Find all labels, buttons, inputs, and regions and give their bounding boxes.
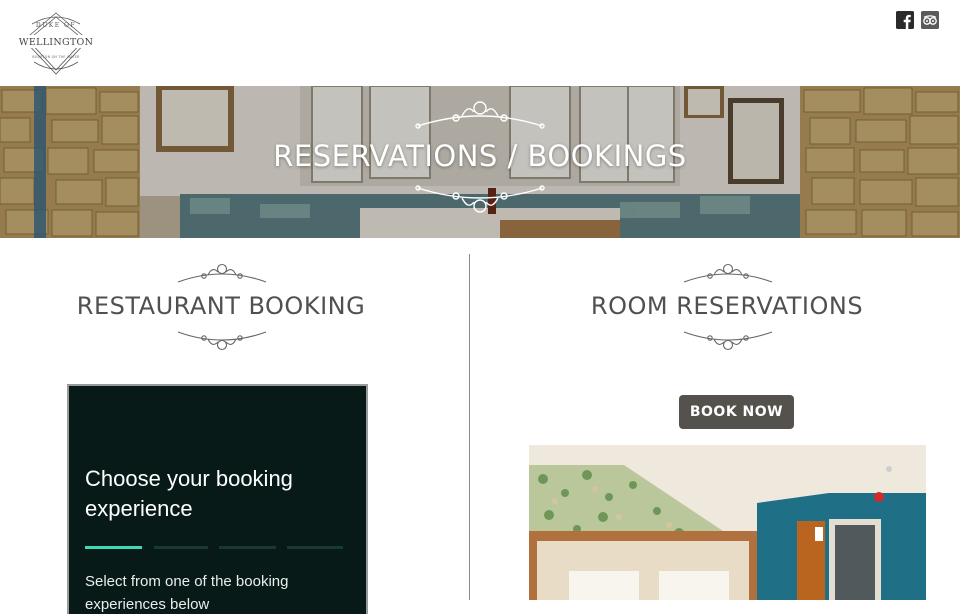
facebook-link[interactable]	[896, 11, 914, 29]
tripadvisor-link[interactable]	[921, 11, 939, 29]
progress-step-2	[154, 546, 208, 549]
facebook-icon	[896, 11, 914, 29]
hero-top-flourish-icon	[415, 101, 545, 129]
site-logo[interactable]: DUKE OF WELLINGTON BOURTON ON THE WATER	[18, 10, 94, 78]
booking-widget-description: Select from one of the booking experienc…	[85, 573, 289, 613]
room-photo	[529, 445, 926, 600]
site-header: DUKE OF WELLINGTON BOURTON ON THE WATER	[0, 0, 960, 86]
restaurant-top-flourish-icon	[177, 263, 267, 283]
room-reservations-title: ROOM RESERVATIONS	[590, 292, 864, 320]
rooms-top-flourish-icon	[683, 263, 773, 283]
page-title: RESERVATIONS / BOOKINGS	[273, 139, 687, 173]
logo-tagline: BOURTON ON THE WATER	[32, 55, 80, 59]
restaurant-bottom-flourish-icon	[177, 331, 267, 351]
column-divider	[469, 254, 470, 600]
room-photo-image	[529, 445, 926, 600]
booking-widget[interactable]: Choose your booking experience Select fr…	[67, 384, 368, 614]
logo-emblem-icon: DUKE OF WELLINGTON BOURTON ON THE WATER	[19, 12, 93, 75]
progress-step-4	[287, 546, 343, 549]
progress-step-3	[219, 546, 276, 549]
tripadvisor-icon	[921, 11, 939, 29]
rooms-bottom-flourish-icon	[683, 331, 773, 351]
progress-step-1	[85, 546, 142, 549]
hero-banner: RESERVATIONS / BOOKINGS	[0, 86, 960, 238]
logo-top-text: DUKE OF	[36, 22, 76, 29]
hero-bottom-flourish-icon	[415, 185, 545, 213]
book-now-button[interactable]: BOOK NOW	[679, 395, 794, 429]
booking-widget-heading: Choose your booking experience	[85, 466, 293, 521]
logo-main-text: WELLINGTON	[19, 37, 93, 48]
restaurant-booking-title: RESTAURANT BOOKING	[76, 292, 366, 320]
